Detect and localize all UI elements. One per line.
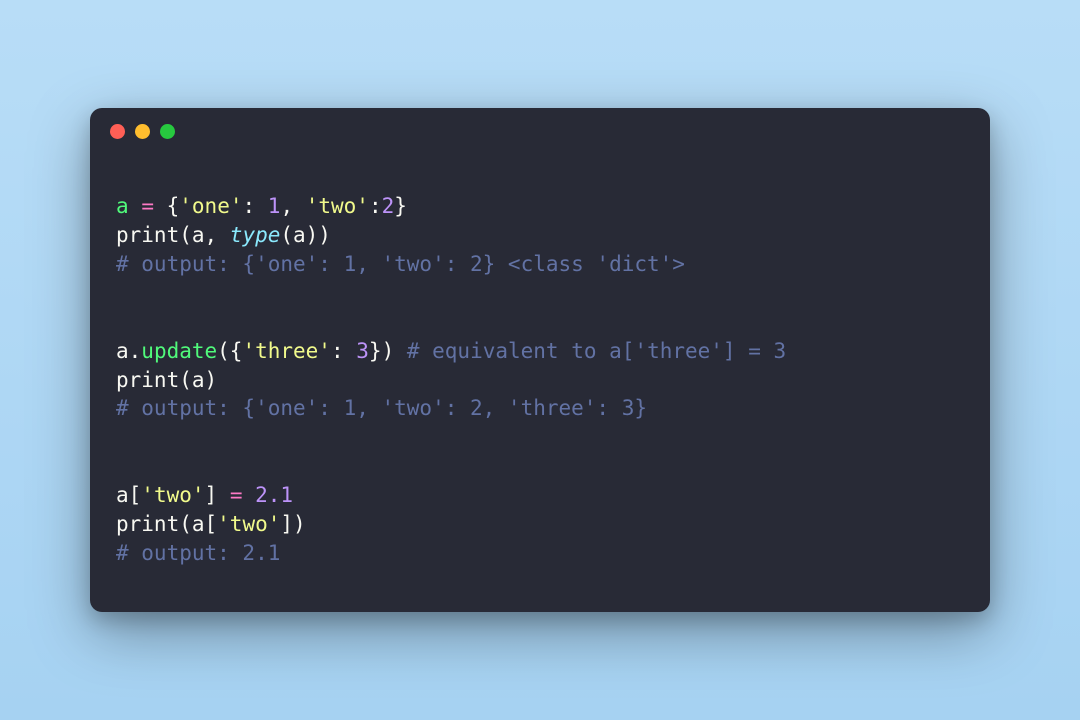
- code-token: (a): [179, 368, 217, 392]
- code-token: ]): [280, 512, 305, 536]
- code-token: :: [242, 194, 267, 218]
- code-token: :: [331, 339, 356, 363]
- code-token: [242, 483, 255, 507]
- code-token: 'two': [141, 483, 204, 507]
- code-token: (a,: [179, 223, 230, 247]
- code-token: 'three': [242, 339, 331, 363]
- code-token: print: [116, 368, 179, 392]
- code-token: 'two': [217, 512, 280, 536]
- code-token: ]: [205, 483, 230, 507]
- maximize-icon[interactable]: [160, 124, 175, 139]
- code-token: 3: [356, 339, 369, 363]
- code-token: =: [230, 483, 243, 507]
- code-token: type: [230, 223, 281, 247]
- close-icon[interactable]: [110, 124, 125, 139]
- code-token: # output: {'one': 1, 'two': 2} <class 'd…: [116, 252, 685, 276]
- code-token: update: [141, 339, 217, 363]
- code-token: # output: 2.1: [116, 541, 280, 565]
- code-token: a: [116, 194, 129, 218]
- code-line: # output: {'one': 1, 'two': 2} <class 'd…: [116, 252, 685, 276]
- code-line: # output: {'one': 1, 'two': 2, 'three': …: [116, 396, 647, 420]
- code-token: (a)): [280, 223, 331, 247]
- code-token: a[: [116, 483, 141, 507]
- code-token: 'two': [306, 194, 369, 218]
- code-line: a['two'] = 2.1: [116, 483, 293, 507]
- code-block: a = {'one': 1, 'two':2} print(a, type(a)…: [90, 156, 990, 613]
- code-token: 1: [268, 194, 281, 218]
- code-token: }): [369, 339, 407, 363]
- code-line: a.update({'three': 3}) # equivalent to a…: [116, 339, 786, 363]
- code-token: [129, 194, 142, 218]
- code-token: }: [394, 194, 407, 218]
- code-line: print(a, type(a)): [116, 223, 331, 247]
- code-line: print(a['two']): [116, 512, 306, 536]
- code-token: =: [141, 194, 154, 218]
- code-line: print(a): [116, 368, 217, 392]
- code-token: (a[: [179, 512, 217, 536]
- code-token: # output: {'one': 1, 'two': 2, 'three': …: [116, 396, 647, 420]
- code-token: 2: [382, 194, 395, 218]
- titlebar: [90, 108, 990, 156]
- code-token: {: [154, 194, 179, 218]
- code-token: ({: [217, 339, 242, 363]
- code-token: print: [116, 223, 179, 247]
- code-token: 2.1: [255, 483, 293, 507]
- code-token: a.: [116, 339, 141, 363]
- code-token: 'one': [179, 194, 242, 218]
- code-token: print: [116, 512, 179, 536]
- code-token: # equivalent to a['three'] = 3: [407, 339, 786, 363]
- code-line: # output: 2.1: [116, 541, 280, 565]
- code-line: a = {'one': 1, 'two':2}: [116, 194, 407, 218]
- code-window: a = {'one': 1, 'two':2} print(a, type(a)…: [90, 108, 990, 613]
- minimize-icon[interactable]: [135, 124, 150, 139]
- code-token: ,: [280, 194, 305, 218]
- code-token: :: [369, 194, 382, 218]
